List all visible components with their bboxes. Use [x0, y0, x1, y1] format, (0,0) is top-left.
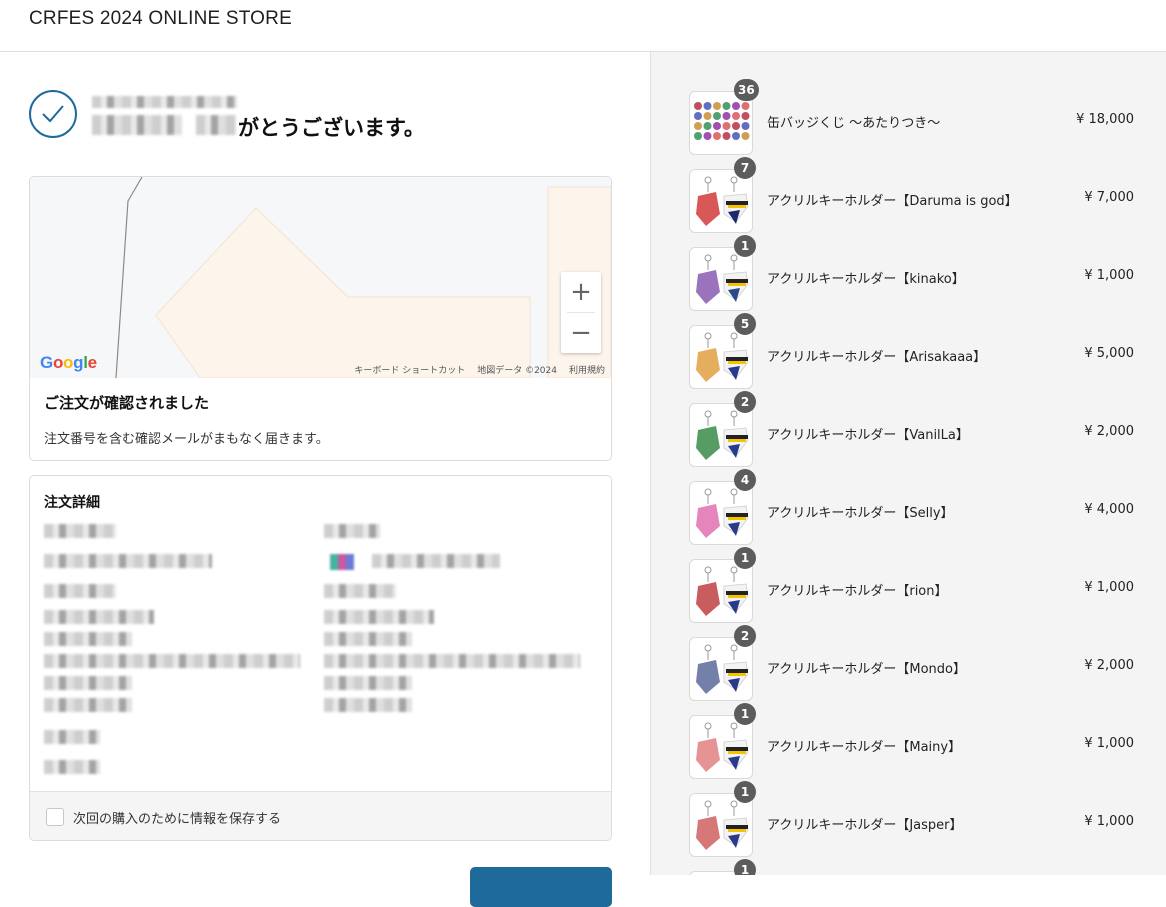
- redacted-detail: [324, 632, 412, 646]
- item-name: 缶バッジくじ ～あたりつき～: [767, 116, 941, 131]
- map-view[interactable]: + − Google キーボード ショートカット 地図データ ©2024 利用規…: [30, 177, 611, 378]
- cart-item: 1 アクリルキーホルダー【Mainy】 ¥ 1,000: [689, 703, 1139, 779]
- quantity-badge: 1: [734, 235, 756, 257]
- keyboard-shortcuts-link[interactable]: キーボード ショートカット: [354, 363, 465, 376]
- redacted-thanks-name-2: [196, 115, 236, 135]
- cart-item: 5 アクリルキーホルダー【Arisakaaa】 ¥ 5,000: [689, 313, 1139, 389]
- continue-shopping-button[interactable]: [470, 867, 612, 907]
- item-name: アクリルキーホルダー【Daruma is god】: [767, 194, 1018, 209]
- redacted-detail: [324, 610, 434, 624]
- item-price: ¥ 1,000: [1084, 736, 1134, 751]
- item-price: ¥ 5,000: [1084, 346, 1134, 361]
- order-details-card: 注文詳細 次回の購入のために情報を保存する: [29, 475, 612, 841]
- thanks-heading: がとうございます。: [238, 116, 425, 140]
- redacted-detail: [44, 654, 300, 668]
- item-price: ¥ 4,000: [1084, 502, 1134, 517]
- cart-item: 1 アクリルキーホルダー【Jasper】 ¥ 1,000: [689, 781, 1139, 857]
- cart-item: 7 アクリルキーホルダー【Daruma is god】 ¥ 7,000: [689, 157, 1139, 233]
- redacted-detail: [44, 554, 212, 568]
- item-price: ¥ 1,000: [1084, 814, 1134, 829]
- quantity-badge: 2: [734, 625, 756, 647]
- quantity-badge: 2: [734, 391, 756, 413]
- store-header: CRFES 2024 ONLINE STORE: [0, 0, 1166, 52]
- item-name: アクリルキーホルダー【rion】: [767, 584, 948, 599]
- plus-icon[interactable]: +: [561, 272, 601, 312]
- save-info-checkbox[interactable]: [46, 808, 64, 826]
- cart-item: 1 アクリルキーホルダー【rion】 ¥ 1,000: [689, 547, 1139, 623]
- item-name: アクリルキーホルダー【Arisakaaa】: [767, 350, 987, 365]
- redacted-detail: [324, 676, 412, 690]
- order-confirmation-card: + − Google キーボード ショートカット 地図データ ©2024 利用規…: [29, 176, 612, 461]
- redacted-detail: [324, 698, 412, 712]
- item-name: アクリルキーホルダー【kinako】: [767, 272, 965, 287]
- map-footer: キーボード ショートカット 地図データ ©2024 利用規約: [354, 363, 605, 376]
- google-logo: Google: [40, 353, 97, 372]
- item-price: ¥ 2,000: [1084, 424, 1134, 439]
- order-summary-sidebar: 36 缶バッジくじ ～あたりつき～ ¥ 18,000 7 アクリルキーホルダー【Dar…: [650, 52, 1166, 875]
- redacted-detail: [44, 676, 132, 690]
- redacted-detail: [44, 610, 154, 624]
- map-zoom-controls: + −: [561, 272, 601, 353]
- store-title[interactable]: CRFES 2024 ONLINE STORE: [29, 8, 292, 30]
- cart-item: 4 アクリルキーホルダー【Selly】 ¥ 4,000: [689, 469, 1139, 545]
- item-price: ¥ 1,000: [1084, 268, 1134, 283]
- redacted-detail: [44, 760, 100, 774]
- redacted-thanks-name: [92, 115, 182, 135]
- quantity-badge: 5: [734, 313, 756, 335]
- quantity-badge: 1: [734, 859, 756, 875]
- save-info-label[interactable]: 次回の購入のために情報を保存する: [73, 808, 281, 827]
- redacted-detail: [324, 524, 380, 538]
- item-price: ¥ 2,000: [1084, 658, 1134, 673]
- redacted-order-number: [92, 96, 237, 108]
- redacted-detail: [44, 524, 116, 538]
- cart-item: 2 アクリルキーホルダー【VanilLa】 ¥ 2,000: [689, 391, 1139, 467]
- item-price: ¥ 18,000: [1076, 112, 1134, 127]
- quantity-badge: 1: [734, 781, 756, 803]
- save-info-row: 次回の購入のために情報を保存する: [30, 791, 611, 840]
- item-name: アクリルキーホルダー【Selly】: [767, 506, 954, 521]
- quantity-badge: 4: [734, 469, 756, 491]
- quantity-badge: 1: [734, 547, 756, 569]
- map-data-attribution: 地図データ ©2024: [477, 366, 557, 376]
- quantity-badge: 36: [734, 79, 759, 101]
- redacted-detail: [44, 730, 100, 744]
- item-name: アクリルキーホルダー【Jasper】: [767, 818, 963, 833]
- item-name: アクリルキーホルダー【Mondo】: [767, 662, 966, 677]
- cart-item: 36 缶バッジくじ ～あたりつき～ ¥ 18,000: [689, 79, 1139, 155]
- quantity-badge: 7: [734, 157, 756, 179]
- redacted-detail: [324, 654, 580, 668]
- item-name: アクリルキーホルダー【VanilLa】: [767, 428, 969, 443]
- cart-item: 1: [689, 859, 1139, 875]
- redacted-detail: [372, 554, 500, 568]
- cart-item: 1 アクリルキーホルダー【kinako】 ¥ 1,000: [689, 235, 1139, 311]
- redacted-detail: [44, 584, 116, 598]
- redacted-detail: [44, 632, 132, 646]
- redacted-detail: [44, 698, 132, 712]
- order-details-title: 注文詳細: [44, 495, 100, 511]
- confirmation-title: ご注文が確認されました: [44, 394, 210, 412]
- item-name: アクリルキーホルダー【Mainy】: [767, 740, 962, 755]
- item-price: ¥ 1,000: [1084, 580, 1134, 595]
- minus-icon[interactable]: −: [561, 313, 601, 353]
- quantity-badge: 1: [734, 703, 756, 725]
- cart-item: 2 アクリルキーホルダー【Mondo】 ¥ 2,000: [689, 625, 1139, 701]
- payment-card-icon: [330, 554, 354, 570]
- confirmation-subtitle: 注文番号を含む確認メールがまもなく届きます。: [44, 432, 329, 447]
- item-price: ¥ 7,000: [1084, 190, 1134, 205]
- main-content: がとうございます。 + − Google キーボード ショートカット 地図データ…: [0, 52, 650, 907]
- terms-link[interactable]: 利用規約: [569, 363, 605, 376]
- redacted-detail: [324, 584, 396, 598]
- check-icon: [29, 90, 77, 138]
